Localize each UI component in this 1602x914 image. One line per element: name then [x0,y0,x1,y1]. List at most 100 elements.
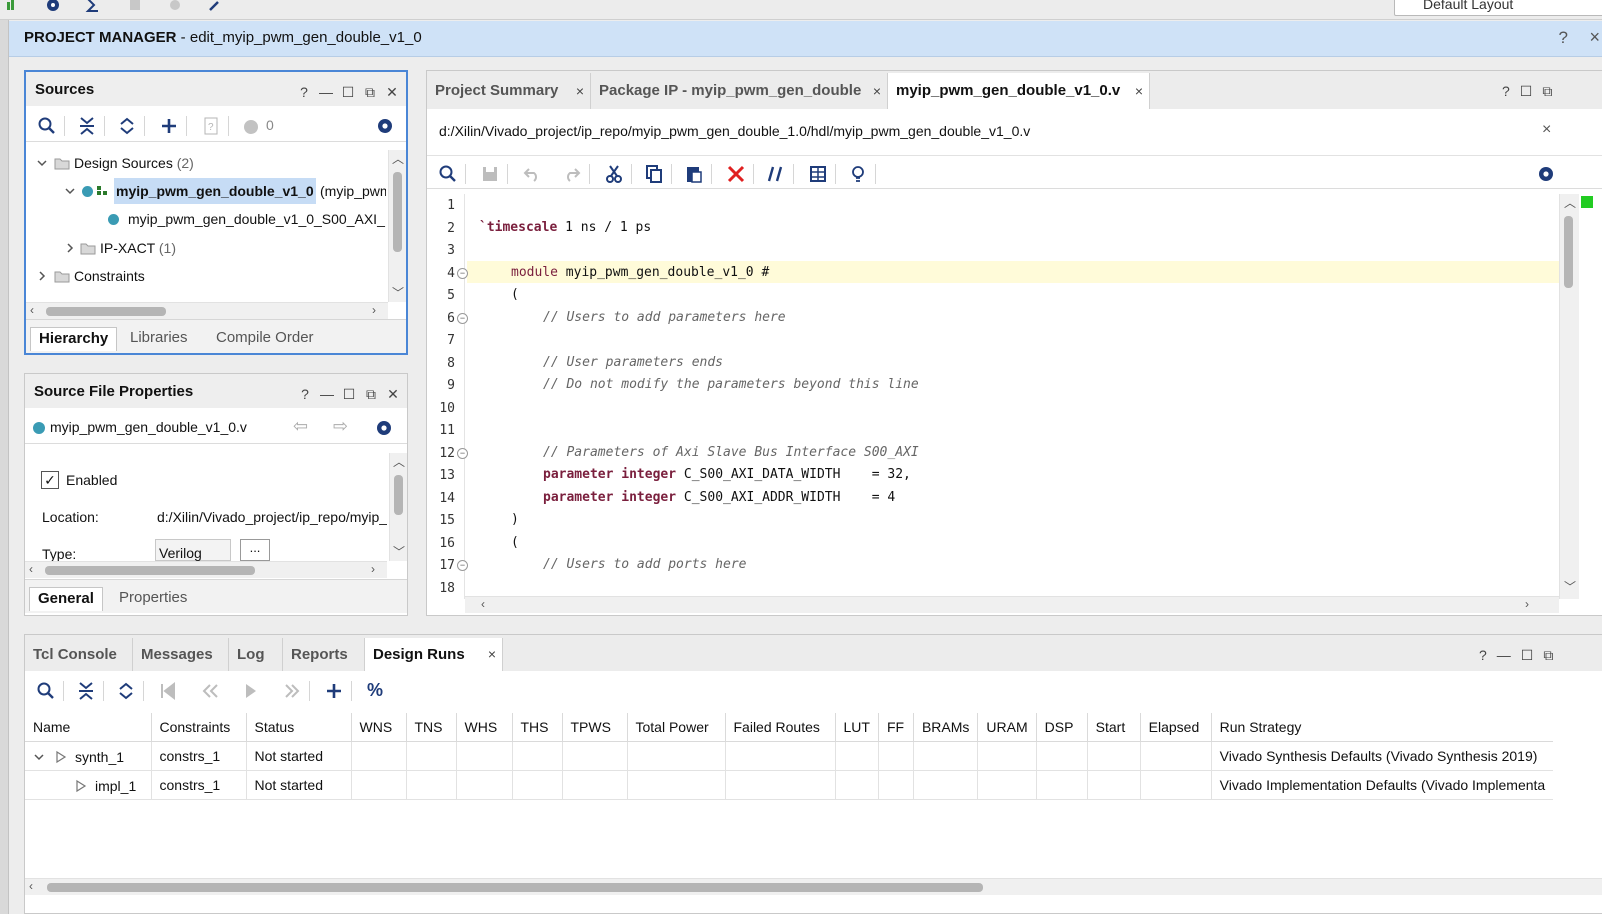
percent-icon[interactable]: % [367,680,383,701]
help-icon[interactable]: ? [1479,647,1487,664]
fold-toggle-icon[interactable]: − [457,313,468,324]
collapse-all-icon[interactable] [75,680,97,702]
chevron-down-icon[interactable] [33,751,45,763]
tab-compile-order[interactable]: Compile Order [208,327,322,351]
gear-icon[interactable] [374,115,396,137]
tab-hierarchy[interactable]: Hierarchy [30,327,118,351]
add-run-icon[interactable] [323,680,345,702]
table-row[interactable]: impl_1 constrs_1 Not started Vivado Impl… [25,770,1554,800]
float-icon[interactable]: ⧉ [1543,647,1553,664]
col-failed-routes[interactable]: Failed Routes [725,713,836,742]
sfp-vscroll[interactable]: ︿ ﹀ [389,453,407,561]
close-icon[interactable]: × [488,638,496,671]
col-wns[interactable]: WNS [351,713,407,742]
tab-design-runs[interactable]: Design Runs × [365,638,503,671]
col-name[interactable]: Name [25,713,152,742]
layout-dropdown[interactable]: Default Layout [1394,0,1602,16]
tab-log[interactable]: Log [229,638,283,671]
maximize-icon[interactable]: ☐ [1521,647,1534,664]
gear-icon[interactable] [373,417,395,439]
fold-toggle-icon[interactable]: − [457,448,468,459]
back-arrow-icon[interactable]: ⇦ [293,416,308,437]
tab-tcl-console[interactable]: Tcl Console [25,638,133,671]
enabled-checkbox[interactable]: ✓ [41,471,59,489]
maximize-icon[interactable]: ☐ [340,84,356,100]
close-path-icon[interactable]: × [1542,121,1551,139]
col-brams[interactable]: BRAMs [913,713,979,742]
type-field[interactable]: Verilog [155,539,231,561]
sigma-icon[interactable] [84,0,102,14]
runs-hscroll[interactable]: ‹ [25,878,1602,895]
table-row[interactable]: synth_1 constrs_1 Not started Vivado Syn… [25,741,1554,771]
tree-item-axi-module[interactable]: myip_pwm_gen_double_v1_0_S00_AXI_ [26,206,386,232]
maximize-icon[interactable]: ☐ [1520,83,1533,100]
close-icon[interactable]: ✕ [385,386,401,402]
lightbulb-icon[interactable] [847,163,869,185]
tree-item-constraints[interactable]: Constraints [26,263,386,289]
help-icon[interactable]: ? [1559,28,1568,48]
float-icon[interactable]: ⧉ [362,84,378,100]
forward-arrow-icon[interactable]: ⇨ [333,416,348,437]
sources-hscroll[interactable]: ‹ › [26,302,388,319]
collapse-all-icon[interactable] [76,115,98,137]
code-editor[interactable]: 1 2 3 4 5 6 7 8 9 10 11 12 13 14 15 16 1… [427,194,1559,599]
float-icon[interactable]: ⧉ [1542,83,1552,100]
tab-reports[interactable]: Reports [283,638,365,671]
maximize-icon[interactable]: ☐ [341,386,357,402]
col-elapsed[interactable]: Elapsed [1140,713,1212,742]
col-constraints[interactable]: Constraints [151,713,247,742]
expand-all-icon[interactable] [115,680,137,702]
paste-icon[interactable] [683,163,705,185]
col-ff[interactable]: FF [878,713,914,742]
tab-messages[interactable]: Messages [133,638,229,671]
fold-toggle-icon[interactable]: − [457,268,468,279]
search-icon[interactable] [35,680,57,702]
search-icon[interactable] [437,163,459,185]
col-uram[interactable]: URAM [977,713,1037,742]
sources-vscroll[interactable]: ︿ ﹀ [388,150,406,302]
search-icon[interactable] [36,115,58,137]
close-icon[interactable]: × [576,73,584,109]
col-total-power[interactable]: Total Power [627,713,726,742]
cut-icon[interactable] [603,163,625,185]
editor-vscroll[interactable]: ︿ ﹀ [1559,194,1579,599]
tab-package-ip[interactable]: Package IP - myip_pwm_gen_double × [591,73,888,109]
chevron-right-icon[interactable] [36,270,48,282]
col-run-strategy[interactable]: Run Strategy [1211,713,1554,742]
col-start[interactable]: Start [1087,713,1141,742]
minimize-icon[interactable]: — [319,386,335,402]
fold-toggle-icon[interactable]: − [457,560,468,571]
gear-icon[interactable] [1535,163,1557,185]
tab-source-file[interactable]: myip_pwm_gen_double_v1_0.v × [888,73,1150,109]
settings-icon[interactable] [44,0,62,14]
columns-icon[interactable] [807,163,829,185]
col-whs[interactable]: WHS [456,713,513,742]
delete-icon[interactable] [725,163,747,185]
editor-hscroll[interactable]: ‹ › [465,596,1559,613]
close-icon[interactable]: ✕ [384,84,400,100]
chevron-right-icon[interactable] [64,242,76,254]
run-icon[interactable] [4,0,22,14]
tree-item-top-module[interactable]: myip_pwm_gen_double_v1_0 (myip_pwm [26,178,386,204]
float-icon[interactable]: ⧉ [363,386,379,402]
help-icon[interactable]: ? [297,386,313,402]
col-dsp[interactable]: DSP [1036,713,1088,742]
chevron-down-icon[interactable] [64,185,76,197]
tree-item-ip-xact[interactable]: IP-XACT (1) [26,235,386,261]
type-browse-button[interactable]: ... [240,539,270,561]
col-lut[interactable]: LUT [835,713,879,742]
tab-properties[interactable]: Properties [111,587,195,611]
tree-item-design-sources[interactable]: Design Sources (2) [26,150,386,176]
close-icon[interactable]: × [1135,73,1143,109]
chevron-down-icon[interactable] [36,157,48,169]
tools-icon[interactable] [206,0,224,14]
minimize-icon[interactable]: — [318,84,334,100]
copy-icon[interactable] [643,163,665,185]
tab-general[interactable]: General [29,587,103,611]
col-status[interactable]: Status [246,713,352,742]
close-icon[interactable]: × [873,73,881,109]
col-tns[interactable]: TNS [406,713,457,742]
col-ths[interactable]: THS [512,713,563,742]
expand-all-icon[interactable] [116,115,138,137]
minimize-icon[interactable]: — [1497,647,1511,664]
